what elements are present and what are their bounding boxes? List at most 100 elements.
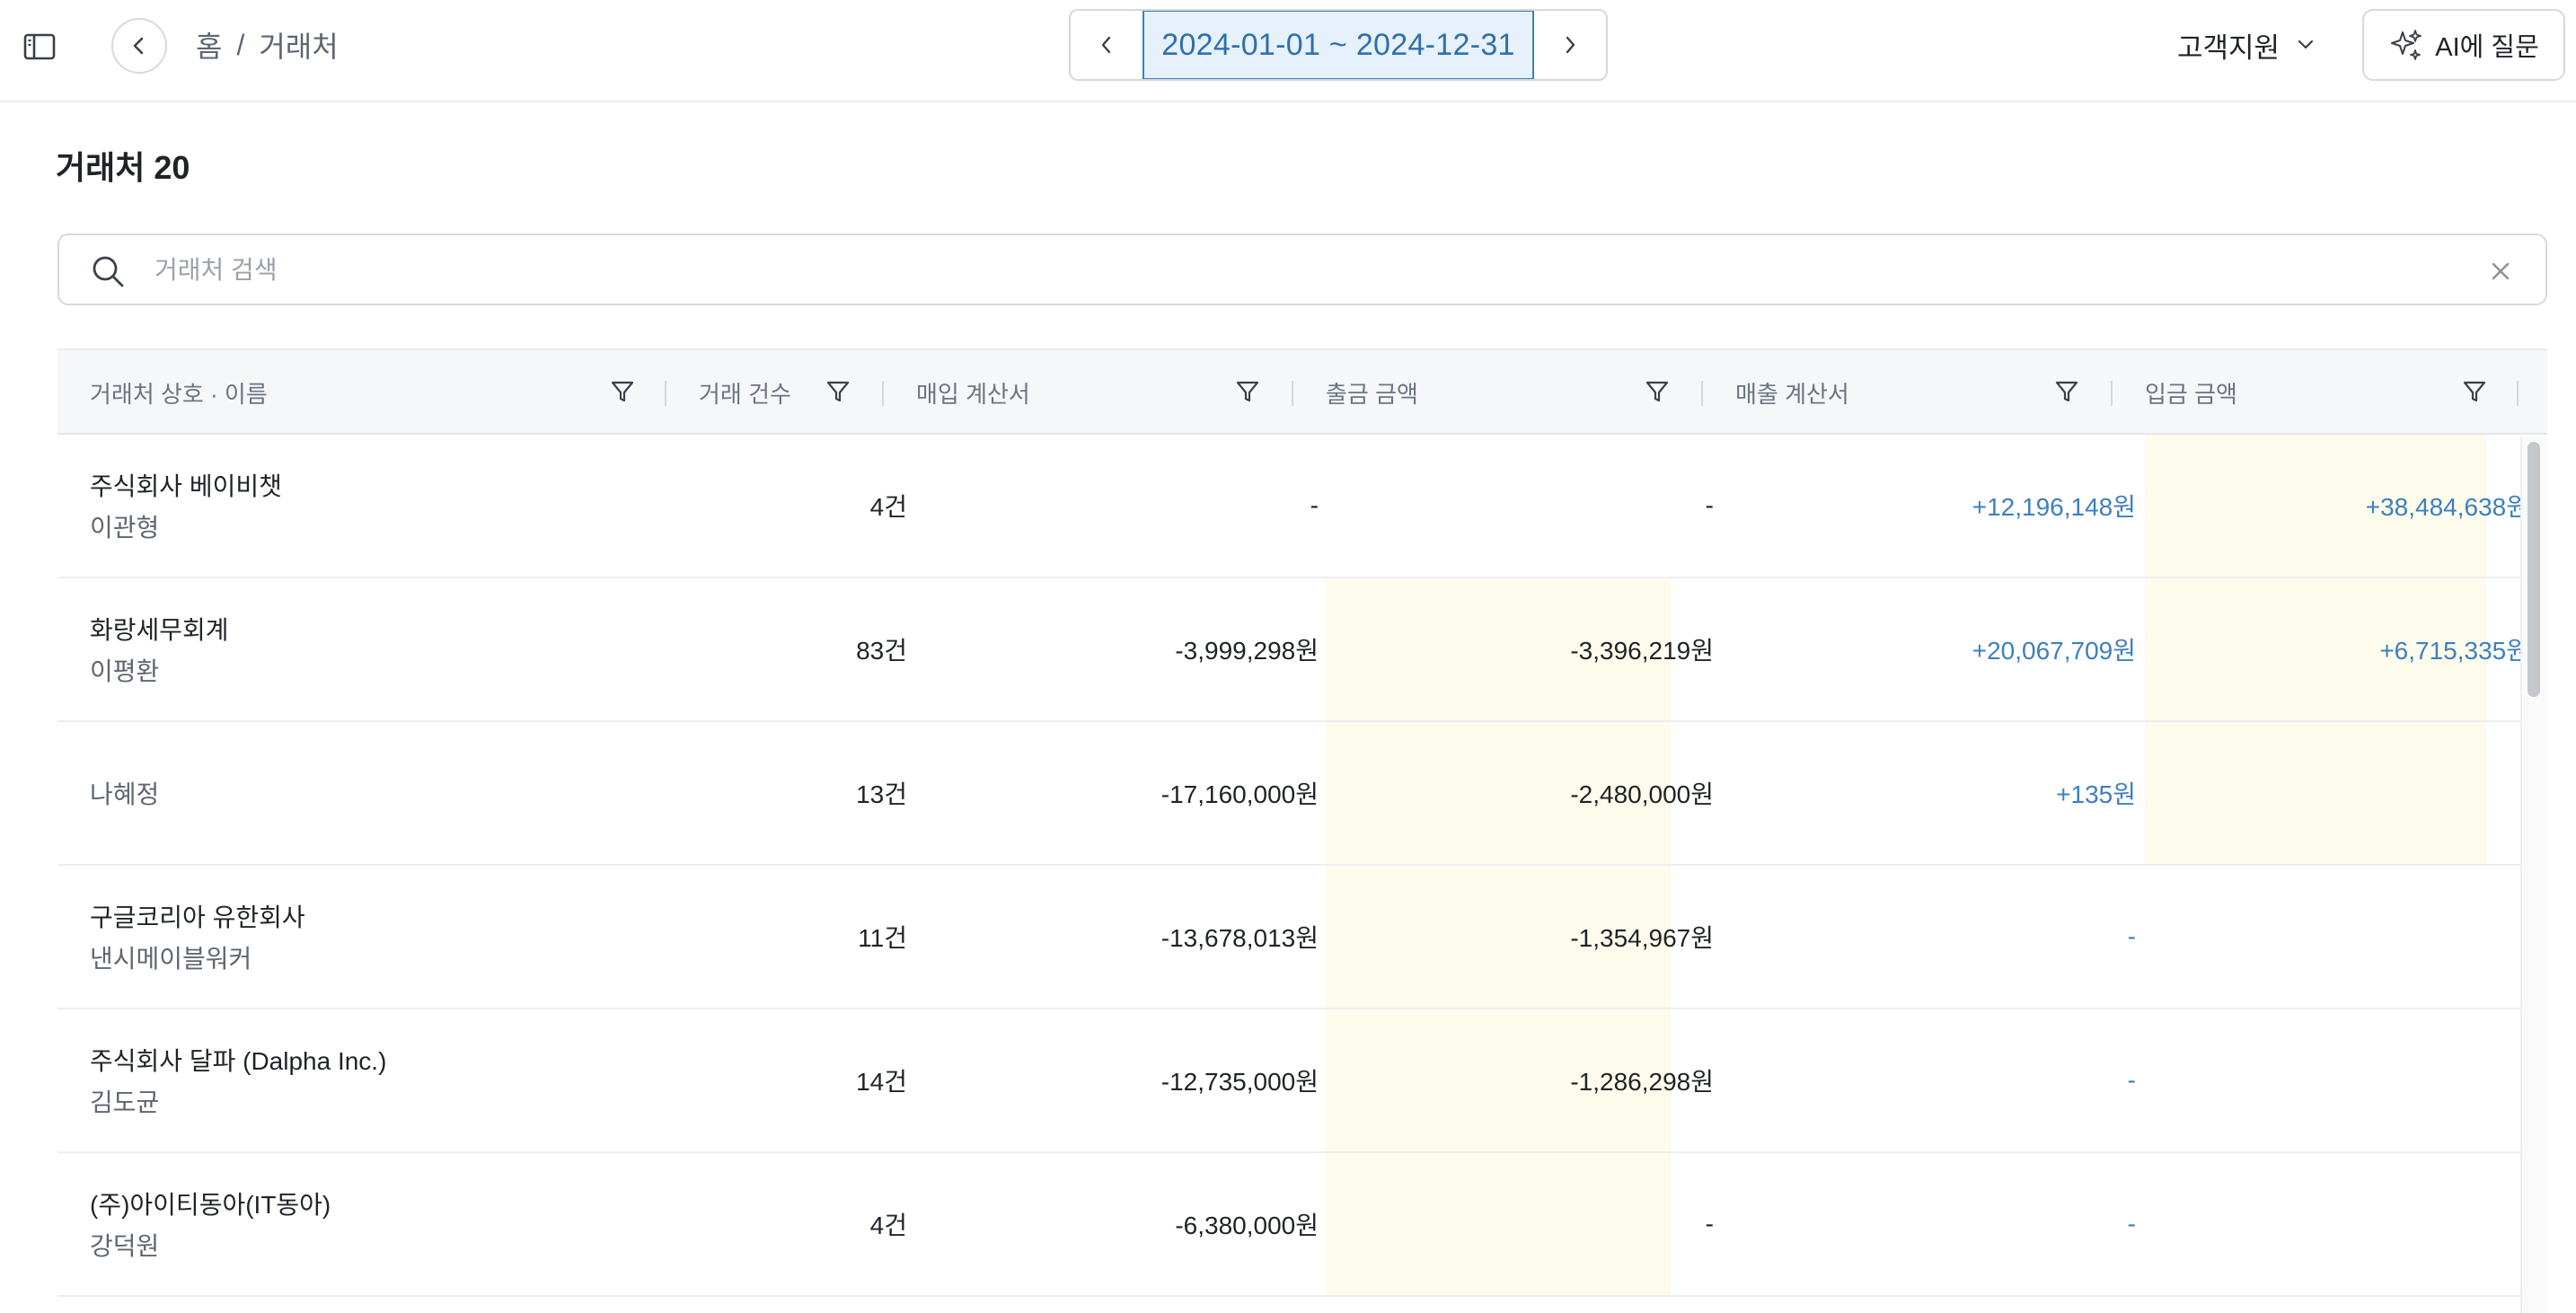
deposit-amount: - — [2159, 1153, 2529, 1295]
column-header-count-label: 거래 건수 — [699, 380, 791, 408]
sales-invoice-amount: +20,067,709원 — [1972, 637, 2136, 665]
vendor-name-cell: 나혜정 — [90, 722, 159, 864]
vendor-name: 화랑세무회계 — [90, 616, 229, 644]
table-row[interactable]: (주)아이티동아(IT동아) 강덕원 4건 -6,380,000원 - - - — [57, 1153, 2547, 1297]
transaction-count: 14건 — [856, 1068, 907, 1096]
vendor-representative: 낸시메이블워커 — [90, 945, 252, 973]
column-header-purchase-invoice-label: 매입 계산서 — [916, 380, 1030, 408]
table-header: 거래처 상호 · 이름 거래 건수 매입 계산서 출금 금액 매출 계산서 입금… — [57, 348, 2547, 435]
chevron-left-icon — [1101, 36, 1111, 54]
transaction-count: 4건 — [869, 493, 907, 521]
back-button[interactable] — [111, 18, 167, 74]
breadcrumb-home[interactable]: 홈 — [196, 24, 222, 66]
purchase-invoice-amount: -13,678,013원 — [1160, 924, 1319, 952]
deposit-amount: - — [2159, 1009, 2529, 1151]
table-row[interactable]: 구글코리아 유한회사 낸시메이블워커 11건 -13,678,013원 -1,3… — [57, 866, 2547, 1009]
vendor-representative: 강덕원 — [90, 1232, 160, 1260]
table-row[interactable]: 주식회사 달파 (Dalpha Inc.) 김도균 14건 -12,735,00… — [57, 1009, 2547, 1153]
purchase-invoice-amount: -17,160,000원 — [1160, 780, 1319, 808]
column-divider[interactable] — [665, 381, 666, 406]
chevron-left-icon — [133, 37, 144, 55]
column-header-name-label: 거래처 상호 · 이름 — [90, 380, 268, 408]
sidebar-toggle-icon[interactable] — [22, 29, 57, 65]
search-bar — [57, 234, 2547, 305]
deposit-amount: +38,484,638원 — [2365, 493, 2529, 521]
transaction-count: 11건 — [858, 924, 907, 952]
ask-ai-label: AI에 질문 — [2435, 33, 2539, 62]
purchase-invoice-amount: -12,735,000원 — [1160, 1068, 1319, 1096]
transaction-count: 13건 — [856, 780, 907, 808]
sales-invoice-amount: +135원 — [2056, 780, 2136, 808]
breadcrumb-separator: / — [236, 28, 245, 61]
column-header-name: 거래처 상호 · 이름 — [90, 350, 268, 435]
chevron-down-icon — [2298, 40, 2314, 49]
withdrawal-amount: - — [1705, 491, 1714, 519]
withdrawal-amount: -1,286,298원 — [1570, 1068, 1714, 1096]
vendor-name: 주식회사 달파 (Dalpha Inc.) — [90, 1047, 387, 1075]
column-header-count: 거래 건수 — [699, 350, 791, 435]
column-header-sales-invoice: 매출 계산서 — [1735, 350, 1849, 435]
withdrawal-amount: -3,396,219원 — [1570, 637, 1714, 665]
table-body: 주식회사 베이비챗 이관형 4건 - - +12,196,148원 +38,48… — [57, 435, 2547, 1297]
withdrawal-amount: -2,480,000원 — [1570, 780, 1714, 808]
top-bar: 홈 / 거래처 2024-01-01 ~ 2024-12-31 고객지원 AI에… — [0, 0, 2576, 102]
column-header-purchase-invoice: 매입 계산서 — [916, 350, 1030, 435]
date-prev-button[interactable] — [1071, 11, 1142, 79]
sparkle-icon — [2391, 30, 2422, 60]
column-header-deposit-label: 입금 금액 — [2145, 380, 2237, 408]
withdrawal-amount: -1,354,967원 — [1570, 924, 1714, 952]
sales-invoice-amount: - — [2127, 922, 2136, 950]
transaction-count: 4건 — [869, 1212, 907, 1239]
vendor-name: 나혜정 — [90, 780, 160, 808]
date-next-button[interactable] — [1534, 11, 1606, 79]
column-divider[interactable] — [2517, 381, 2519, 406]
vendor-representative: 이평환 — [90, 657, 160, 685]
column-divider[interactable] — [2111, 381, 2113, 406]
vendor-table: 거래처 상호 · 이름 거래 건수 매입 계산서 출금 금액 매출 계산서 입금… — [57, 348, 2547, 1297]
breadcrumb: 홈 / 거래처 — [196, 25, 339, 65]
search-icon — [88, 251, 128, 295]
vendor-representative: 김도균 — [90, 1088, 160, 1116]
vendor-name: 주식회사 베이비챗 — [90, 472, 282, 500]
transaction-count: 83건 — [856, 637, 907, 665]
column-divider[interactable] — [882, 381, 884, 406]
customer-support-label: 고객지원 — [2177, 31, 2280, 64]
chevron-right-icon — [1566, 36, 1575, 54]
breadcrumb-current: 거래처 — [259, 31, 339, 63]
deposit-amount: - — [2159, 722, 2529, 864]
vendor-name-cell: 주식회사 달파 (Dalpha Inc.) 김도균 — [90, 1009, 386, 1151]
table-row[interactable]: 주식회사 베이비챗 이관형 4건 - - +12,196,148원 +38,48… — [57, 435, 2547, 578]
deposit-amount: +6,715,335원 — [2379, 637, 2529, 665]
date-range-picker: 2024-01-01 ~ 2024-12-31 — [1069, 9, 1608, 81]
column-divider[interactable] — [1701, 381, 1703, 406]
vendor-name-cell: 구글코리아 유한회사 낸시메이블워커 — [90, 866, 305, 1008]
vendor-name-cell: 주식회사 베이비챗 이관형 — [90, 435, 282, 577]
customer-support-menu[interactable]: 고객지원 — [2177, 25, 2316, 65]
column-header-deposit: 입금 금액 — [2145, 350, 2237, 435]
deposit-amount: - — [2159, 866, 2529, 1008]
page-title: 거래처 20 — [56, 149, 190, 186]
vendor-name: 구글코리아 유한회사 — [90, 903, 305, 931]
ask-ai-button[interactable]: AI에 질문 — [2362, 9, 2565, 81]
sales-invoice-amount: +12,196,148원 — [1972, 493, 2136, 521]
column-header-sales-invoice-label: 매출 계산서 — [1735, 380, 1849, 408]
sales-invoice-amount: - — [2127, 1210, 2136, 1238]
search-input[interactable] — [153, 248, 2456, 293]
vendor-name: (주)아이티동아(IT동아) — [90, 1191, 331, 1219]
vendor-name-cell: 화랑세무회계 이평환 — [90, 578, 229, 720]
purchase-invoice-amount: - — [1310, 491, 1319, 519]
clear-search-icon[interactable] — [2488, 259, 2513, 288]
table-row[interactable]: 나혜정 13건 -17,160,000원 -2,480,000원 +135원 - — [57, 722, 2547, 866]
table-row[interactable]: 화랑세무회계 이평환 83건 -3,999,298원 -3,396,219원 +… — [57, 578, 2547, 722]
column-header-withdrawal-label: 출금 금액 — [1326, 380, 1418, 408]
purchase-invoice-amount: -6,380,000원 — [1175, 1212, 1319, 1239]
withdrawal-amount: - — [1705, 1210, 1714, 1238]
column-header-withdrawal: 출금 금액 — [1326, 350, 1418, 435]
sales-invoice-amount: - — [2127, 1066, 2136, 1094]
vendor-representative: 이관형 — [90, 514, 160, 542]
date-range-display[interactable]: 2024-01-01 ~ 2024-12-31 — [1142, 11, 1535, 79]
table-scrollbar-thumb[interactable] — [2527, 442, 2540, 697]
purchase-invoice-amount: -3,999,298원 — [1175, 637, 1319, 665]
column-divider[interactable] — [1292, 381, 1293, 406]
vendor-name-cell: (주)아이티동아(IT동아) 강덕원 — [90, 1153, 331, 1295]
